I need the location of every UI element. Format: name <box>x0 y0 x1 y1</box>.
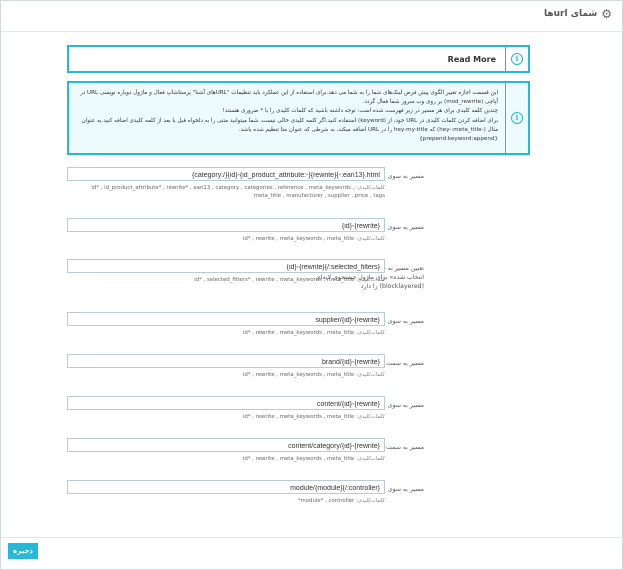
info-alert: این قسمت اجازه تغییر الگوی پیش فرض لینک‌… <box>67 81 530 155</box>
info-icon: i <box>511 53 523 65</box>
route-keywords: کلمات‌کلیدی: id* , rewrite , meta_keywor… <box>67 455 385 463</box>
keywords-label: کلمات‌کلیدی: <box>355 372 385 378</box>
keywords-list: id* , selected_filters* , rewrite , meta… <box>194 277 355 283</box>
keywords-list: id* , rewrite , meta_keywords , meta_tit… <box>242 456 355 462</box>
keywords-list: module* , controller* <box>297 498 355 504</box>
read-more-alert[interactable]: Read More i <box>67 45 530 73</box>
route-layered-input[interactable] <box>67 259 385 273</box>
route-row-brand: مسیر به سمت برندها کلمات‌کلیدی: id* , re… <box>1 354 623 388</box>
keywords-label: کلمات‌کلیدی: <box>355 277 385 283</box>
route-brand-input[interactable] <box>67 354 385 368</box>
keywords-label: کلمات‌کلیدی: <box>355 456 385 462</box>
route-cms-category-input[interactable] <box>67 438 385 452</box>
keywords-label: کلمات‌کلیدی: <box>355 330 385 336</box>
route-row-module: مسیر به سوی ماژول‌ها کلمات‌کلیدی: module… <box>1 480 623 514</box>
gear-icon: ⚙ <box>601 7 612 21</box>
route-keywords: کلمات‌کلیدی: id* , rewrite , meta_keywor… <box>67 329 385 337</box>
keywords-list: id* , rewrite , meta_keywords , meta_tit… <box>242 236 355 242</box>
route-keywords: کلمات‌کلیدی: module* , controller* <box>67 497 385 505</box>
info-text: این قسمت اجازه تغییر الگوی پیش فرض لینک‌… <box>75 89 498 144</box>
save-button[interactable]: ذخیره <box>8 543 38 559</box>
keywords-label: کلمات‌کلیدی: <box>355 236 385 242</box>
route-row-layered: تعیین مسیر به دسته بندی که مشخصه «فیلتر … <box>1 259 623 293</box>
panel-title-text: شمای url‌ها <box>544 9 598 19</box>
info-line: این قسمت اجازه تغییر الگوی پیش فرض لینک‌… <box>80 90 498 106</box>
route-cms-input[interactable] <box>67 396 385 410</box>
info-line: چندین کلمه کلیدی برای هر مسیر در زیر فهر… <box>222 108 498 115</box>
route-keywords: کلمات‌کلیدی: id* , rewrite , meta_keywor… <box>67 371 385 379</box>
keywords-list: id* , rewrite , meta_keywords , meta_tit… <box>242 414 355 420</box>
route-row-cms: مسیر به سوی صفحه کلمات‌کلیدی: id* , rewr… <box>1 396 623 430</box>
route-module-input[interactable] <box>67 480 385 494</box>
info-line: برای اضافه کردن کلمات کلیدی در URL خود، … <box>81 117 498 133</box>
alert-icon-column: i <box>505 47 528 71</box>
info-icon: i <box>511 112 523 124</box>
read-more-link[interactable]: Read More <box>448 55 496 64</box>
route-supplier-input[interactable] <box>67 312 385 326</box>
keywords-label: کلمات‌کلیدی: <box>355 185 385 191</box>
route-keywords: کلمات‌کلیدی: id* , id_product_attribute*… <box>67 184 385 200</box>
route-product-input[interactable] <box>67 167 385 181</box>
keywords-list: id* , rewrite , meta_keywords , meta_tit… <box>242 372 355 378</box>
route-keywords: کلمات‌کلیدی: id* , selected_filters* , r… <box>67 276 385 284</box>
alert-icon-column: i <box>505 83 528 153</box>
route-keywords: کلمات‌کلیدی: id* , rewrite , meta_keywor… <box>67 235 385 243</box>
panel-header: ⚙ شمای url‌ها <box>1 1 622 32</box>
route-row-product: مسیر به سوی محصولات کلمات‌کلیدی: id* , i… <box>1 167 623 201</box>
route-keywords: کلمات‌کلیدی: id* , rewrite , meta_keywor… <box>67 413 385 421</box>
keywords-label: کلمات‌کلیدی: <box>355 498 385 504</box>
keywords-list: id* , id_product_attribute* , rewrite* ,… <box>91 185 385 199</box>
info-line: {prepend:keyword:append} <box>419 136 498 143</box>
route-row-category: مسیر به سوی شاخه کلمات‌کلیدی: id* , rewr… <box>1 218 623 252</box>
keywords-label: کلمات‌کلیدی: <box>355 414 385 420</box>
route-category-input[interactable] <box>67 218 385 232</box>
panel-title: ⚙ شمای url‌ها <box>544 7 612 21</box>
footer-divider <box>1 537 622 538</box>
route-row-supplier: مسیر به سوی توزیع کننده کلمات‌کلیدی: id*… <box>1 312 623 346</box>
keywords-list: id* , rewrite , meta_keywords , meta_tit… <box>242 330 355 336</box>
route-row-cms-category: مسیر به سمت صفحه شاخه کلمات‌کلیدی: id* ,… <box>1 438 623 472</box>
url-schema-panel: ⚙ شمای url‌ها Read More i این قسمت اجازه… <box>0 0 623 570</box>
